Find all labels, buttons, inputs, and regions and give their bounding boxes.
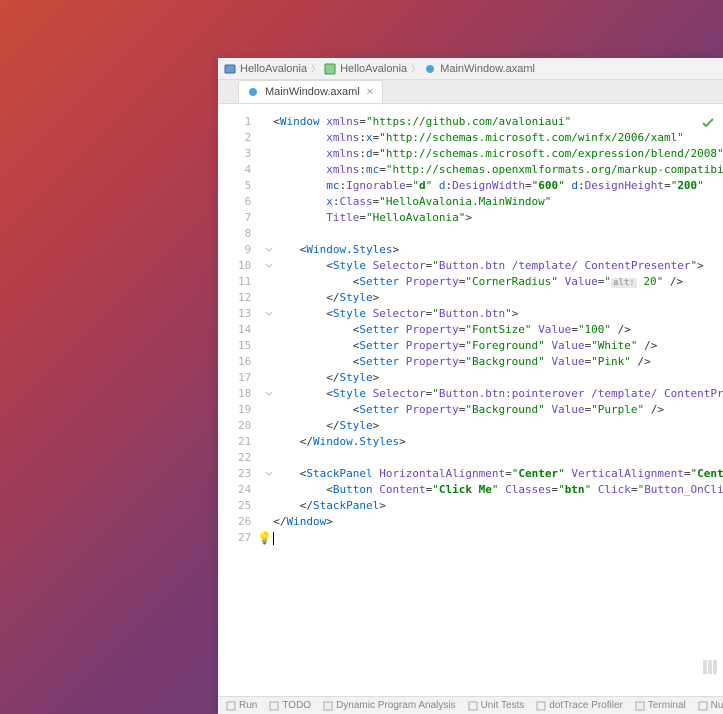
parameter-hint: alt: [611, 278, 637, 288]
line-number: 25 [238, 498, 265, 514]
breadcrumb-item-project[interactable]: HelloAvalonia [224, 63, 307, 75]
fold-icon[interactable] [265, 246, 273, 254]
code-line[interactable] [273, 450, 723, 466]
line-number: 18 [238, 386, 265, 402]
code-line[interactable]: </Style> [273, 370, 723, 386]
line-number: 2 [238, 130, 265, 146]
line-number: 7 [238, 210, 265, 226]
tab-bar: MainWindow.axaml ✕ [218, 80, 723, 104]
line-number: 16 [238, 354, 265, 370]
fold-icon[interactable] [265, 470, 273, 478]
code-line[interactable]: <Setter Property="Background" Value="Pin… [273, 354, 723, 370]
line-number: 17 [238, 370, 265, 386]
code-line[interactable]: </Style> [273, 290, 723, 306]
code-line[interactable]: <Style Selector="Button.btn /template/ C… [273, 258, 723, 274]
code-line[interactable]: </Window> [273, 514, 723, 530]
line-number: 23 [238, 466, 265, 482]
line-number: 3 [238, 146, 265, 162]
fold-column [265, 104, 273, 696]
tool-icon [269, 701, 279, 711]
code-line[interactable]: </Style> [273, 418, 723, 434]
xaml-icon [424, 63, 436, 75]
ide-window: HelloAvalonia 〉 HelloAvalonia 〉 MainWind… [218, 58, 723, 714]
breadcrumb-item-file[interactable]: MainWindow.axaml [424, 63, 535, 75]
line-number: 20 [238, 418, 265, 434]
lightbulb-icon[interactable]: 💡 [257, 530, 272, 546]
line-number: 4 [238, 162, 265, 178]
text-caret [273, 532, 274, 545]
bottom-tool-nuget[interactable]: NuGet [698, 700, 723, 711]
line-number: 21 [238, 434, 265, 450]
close-icon[interactable]: ✕ [366, 87, 374, 98]
line-number: 6 [238, 194, 265, 210]
fold-icon[interactable] [265, 310, 273, 318]
line-number: 5 [238, 178, 265, 194]
tool-icon [323, 701, 333, 711]
code-line[interactable]: xmlns:x="http://schemas.microsoft.com/wi… [273, 130, 723, 146]
csproj-icon [324, 63, 336, 75]
check-icon [701, 116, 715, 133]
code-line[interactable]: 💡 [273, 530, 723, 546]
tool-icon [536, 701, 546, 711]
code-line[interactable] [273, 226, 723, 242]
code-editor[interactable]: 1234567891011121314151617181920212223242… [218, 104, 723, 696]
code-line[interactable]: x:Class="HelloAvalonia.MainWindow" [273, 194, 723, 210]
tool-icon [635, 701, 645, 711]
bottom-tool-terminal[interactable]: Terminal [635, 700, 686, 711]
line-number: 8 [238, 226, 265, 242]
line-number: 11 [238, 274, 265, 290]
bottom-tool-dynamic-program-analysis[interactable]: Dynamic Program Analysis [323, 700, 455, 711]
line-number: 26 [238, 514, 265, 530]
line-number: 10 [238, 258, 265, 274]
line-number: 1 [238, 114, 265, 130]
code-line[interactable]: <StackPanel HorizontalAlignment="Center"… [273, 466, 723, 482]
line-number: 15 [238, 338, 265, 354]
code-line[interactable]: <Setter Property="FontSize" Value="100" … [273, 322, 723, 338]
line-number: 24 [238, 482, 265, 498]
breadcrumb-separator: 〉 [411, 62, 420, 75]
project-icon [224, 63, 236, 75]
bottom-tool-run[interactable]: Run [226, 700, 257, 711]
code-line[interactable]: Title="HelloAvalonia"> [273, 210, 723, 226]
xaml-icon [247, 86, 259, 98]
line-number: 12 [238, 290, 265, 306]
fold-icon[interactable] [265, 390, 273, 398]
code-line[interactable]: xmlns:d="http://schemas.microsoft.com/ex… [273, 146, 723, 162]
code-line[interactable]: <Setter Property="Foreground" Value="Whi… [273, 338, 723, 354]
code-line[interactable]: <Setter Property="Background" Value="Pur… [273, 402, 723, 418]
line-numbers: 1234567891011121314151617181920212223242… [238, 104, 265, 696]
code-line[interactable]: </StackPanel> [273, 498, 723, 514]
line-number: 22 [238, 450, 265, 466]
code-line[interactable]: </Window.Styles> [273, 434, 723, 450]
breadcrumb: HelloAvalonia 〉 HelloAvalonia 〉 MainWind… [218, 58, 723, 80]
line-number: 14 [238, 322, 265, 338]
bottom-toolbar: Run TODO Dynamic Program Analysis Unit Test… [218, 696, 723, 714]
code-line[interactable]: <Style Selector="Button.btn:pointerover … [273, 386, 723, 402]
line-number: 9 [238, 242, 265, 258]
code-line[interactable]: <Button Content="Click Me" Classes="btn"… [273, 482, 723, 498]
fold-icon[interactable] [265, 262, 273, 270]
tab-mainwindow[interactable]: MainWindow.axaml ✕ [238, 80, 383, 103]
tool-icon [226, 701, 236, 711]
code-line[interactable]: xmlns:mc="http://schemas.openxmlformats.… [273, 162, 723, 178]
tool-icon [698, 701, 708, 711]
bottom-tool-todo[interactable]: TODO [269, 700, 311, 711]
bottom-tool-unit-tests[interactable]: Unit Tests [468, 700, 525, 711]
breadcrumb-item-csproj[interactable]: HelloAvalonia [324, 63, 407, 75]
breadcrumb-separator: 〉 [311, 62, 320, 75]
code-line[interactable]: mc:Ignorable="d" d:DesignWidth="600" d:D… [273, 178, 723, 194]
code-line[interactable]: <Window xmlns="https://github.com/avalon… [273, 114, 723, 130]
code-line[interactable]: <Setter Property="CornerRadius" Value="a… [273, 274, 723, 290]
line-number: 13 [238, 306, 265, 322]
line-number: 19 [238, 402, 265, 418]
code-content[interactable]: <Window xmlns="https://github.com/avalon… [273, 104, 723, 696]
code-line[interactable]: <Window.Styles> [273, 242, 723, 258]
tool-icon [468, 701, 478, 711]
code-line[interactable]: <Style Selector="Button.btn"> [273, 306, 723, 322]
bottom-tool-dottrace-profiler[interactable]: dotTrace Profiler [536, 700, 623, 711]
pencil-indicators [703, 660, 717, 674]
